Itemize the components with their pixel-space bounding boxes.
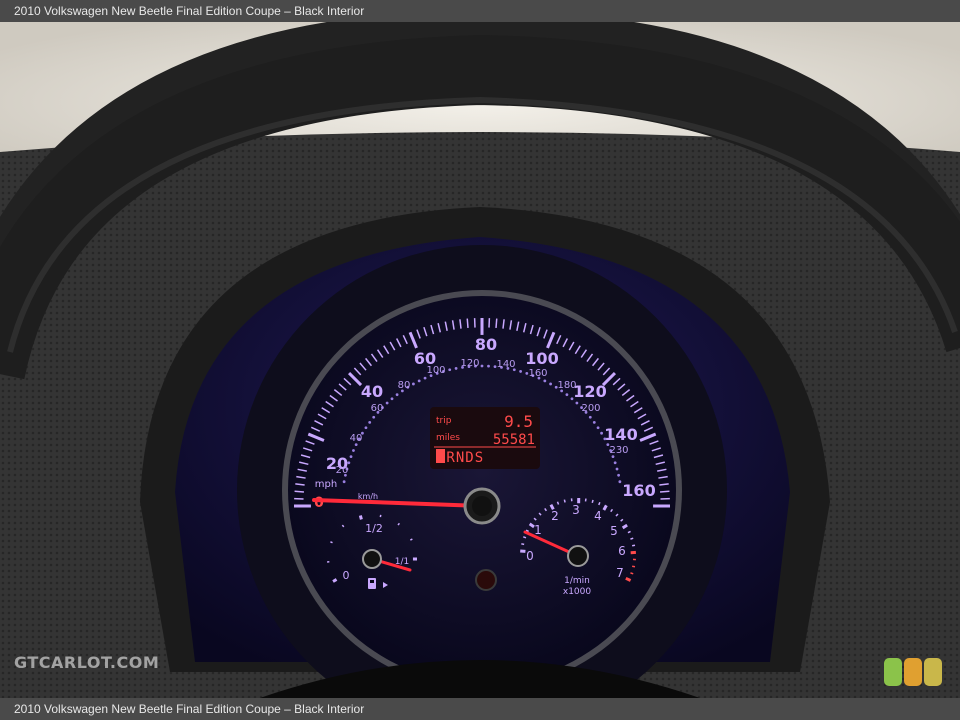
kmh-dot: [543, 379, 547, 383]
kmh-dot: [423, 376, 427, 380]
odometer-value: 55581: [493, 432, 535, 448]
tach-label: 0: [526, 549, 534, 563]
trip-label: trip: [436, 416, 452, 426]
mph-label: 140: [604, 425, 637, 444]
kmh-label: 60: [371, 403, 384, 414]
tach-label: 5: [610, 524, 618, 538]
tach-label: 6: [618, 544, 626, 558]
caption-top: 2010 Volkswagen New Beetle Final Edition…: [0, 0, 960, 22]
gauge-tick: [598, 501, 601, 506]
gauge-tick: [563, 499, 566, 503]
kmh-dot: [600, 431, 603, 435]
kmh-dot: [596, 426, 600, 430]
tach-label: 4: [594, 509, 602, 523]
site-logo-squares: [884, 658, 944, 691]
kmh-label: 140: [496, 359, 515, 370]
kmh-dot: [390, 397, 394, 401]
gauge-tick: [591, 499, 594, 503]
kmh-label: 120: [460, 358, 479, 369]
kmh-dot: [385, 401, 389, 405]
kmh-label: 20: [336, 465, 349, 476]
kmh-dot: [342, 480, 346, 484]
kmh-label: 80: [398, 380, 411, 391]
speed-zero-label: 0: [314, 495, 324, 511]
kmh-dot: [480, 364, 484, 368]
tach-unit-rpm: 1/min: [564, 576, 590, 586]
tach-label: 3: [572, 503, 580, 517]
kmh-dot: [519, 370, 522, 373]
kmh-dot: [349, 455, 353, 458]
gauge-tick: [521, 543, 525, 546]
fuel-label-empty: 0: [343, 569, 350, 582]
kmh-dot: [454, 367, 458, 370]
warning-lamp: [475, 569, 497, 591]
kmh-dot: [412, 382, 415, 386]
kmh-dot: [448, 368, 452, 372]
dashboard-photo: 20 40 60 80 100 120 140 160 20 40 60 80 …: [0, 22, 960, 698]
fuel-label-half: 1/2: [365, 522, 383, 535]
gauge-tick: [410, 538, 413, 541]
gauge-tick: [631, 544, 636, 547]
kmh-label: 160: [528, 368, 547, 379]
kmh-dot: [618, 480, 622, 484]
kmh-dot: [617, 473, 620, 477]
kmh-dot: [575, 401, 579, 405]
kmh-dot: [417, 379, 421, 383]
kmh-label: 180: [557, 380, 576, 391]
kmh-dot: [588, 415, 592, 419]
gauge-tick: [294, 490, 305, 493]
kmh-dot: [592, 420, 596, 424]
mph-label: 120: [573, 382, 606, 401]
gauge-tick: [523, 536, 527, 539]
mph-label: 100: [525, 349, 558, 368]
gauge-tick: [358, 515, 363, 520]
gauge-tick: [466, 318, 469, 329]
kmh-label: 100: [426, 365, 445, 376]
kmh-dot: [395, 393, 399, 397]
tach-unit-multiplier: x1000: [563, 587, 592, 597]
kmh-dot: [615, 467, 619, 471]
gauge-tick: [630, 537, 634, 540]
tach-label: 1: [534, 523, 542, 537]
gauge-tick: [625, 576, 632, 582]
kmh-dot: [364, 426, 368, 430]
mph-label: 40: [361, 382, 383, 401]
kmh-dot: [368, 420, 372, 424]
mph-unit: mph: [315, 479, 337, 490]
kmh-dot: [487, 364, 490, 368]
mph-label: 80: [475, 335, 497, 354]
logo-square-green: [884, 658, 902, 686]
gauge-tick: [630, 572, 634, 575]
kmh-dot: [549, 382, 552, 386]
trip-value: 9.5: [504, 412, 533, 431]
gauge-tick: [631, 565, 636, 568]
kmh-label: 230: [609, 445, 628, 456]
gauge-tick: [495, 318, 498, 329]
kmh-dot: [565, 393, 569, 397]
gauge-tick: [330, 541, 333, 544]
watermark-logo: GTCARLOT.COM: [14, 653, 160, 672]
kmh-label: 40: [350, 433, 363, 444]
logo-square-yellow: [924, 658, 942, 686]
caption-bottom: 2010 Volkswagen New Beetle Final Edition…: [0, 698, 960, 720]
logo-square-orange: [904, 658, 922, 686]
gear-indicator: PRNDS: [437, 450, 484, 466]
tach-label: 2: [551, 509, 559, 523]
kmh-label: 200: [581, 403, 600, 414]
tach-label: 7: [616, 566, 624, 580]
kmh-unit: km/h: [358, 492, 378, 501]
kmh-dot: [352, 449, 355, 452]
gauge-tick: [659, 490, 670, 493]
mph-label: 160: [622, 481, 655, 500]
kmh-dot: [372, 415, 376, 419]
gauge-tick: [556, 501, 560, 505]
kmh-dot: [613, 461, 617, 465]
gauge-tick: [332, 578, 338, 583]
miles-label: miles: [436, 433, 460, 443]
